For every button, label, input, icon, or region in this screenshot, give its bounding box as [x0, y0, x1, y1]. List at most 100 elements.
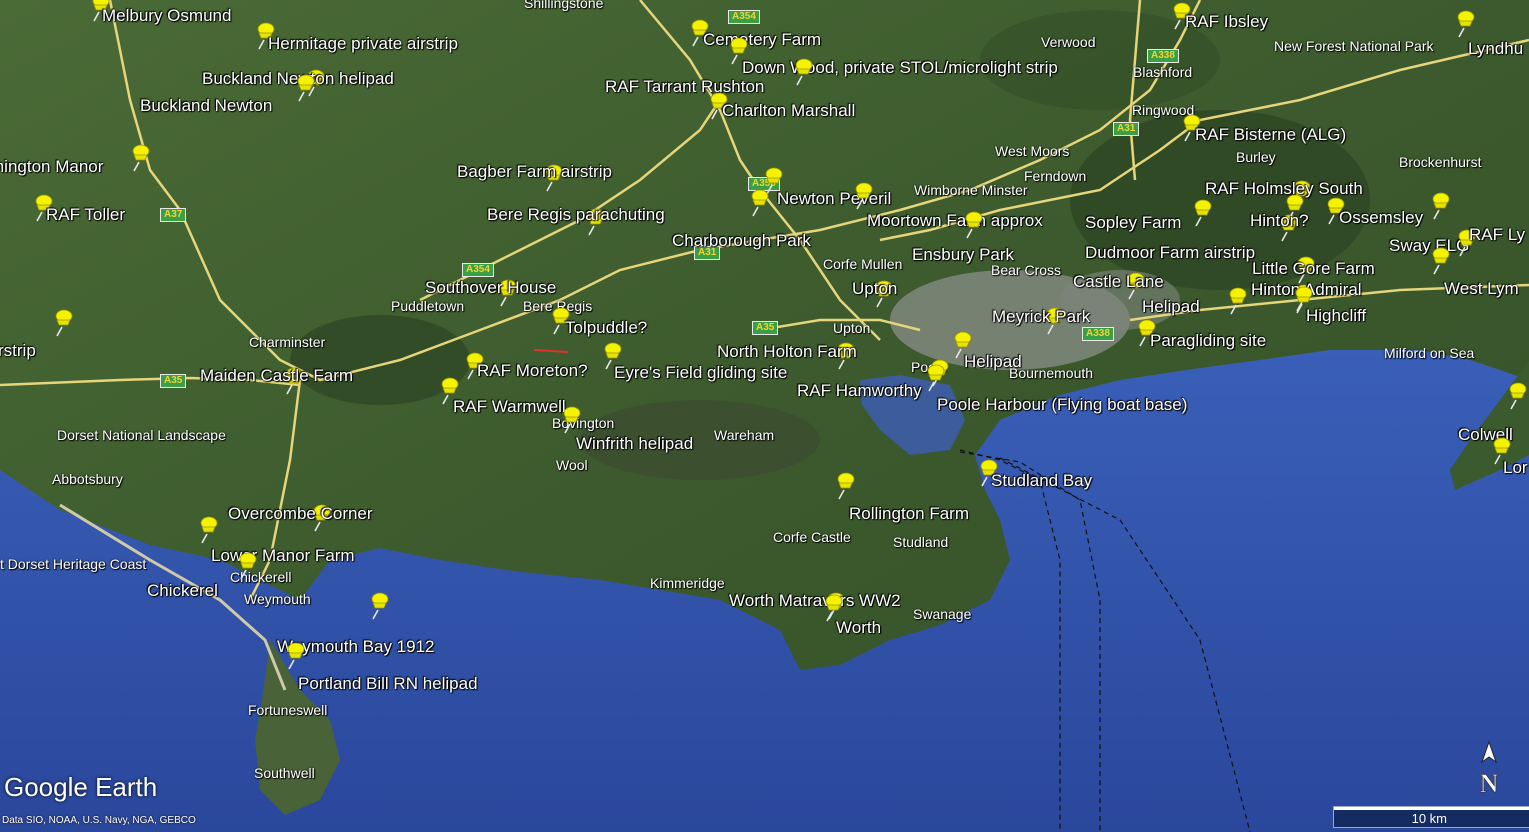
attribution-text: Data SIO, NOAA, U.S. Navy, NGA, GEBCO	[2, 815, 196, 826]
placemark-pin[interactable]	[48, 307, 74, 337]
placemark-label[interactable]: Sopley Farm	[1085, 214, 1181, 231]
placemark-label[interactable]: Helipad	[1142, 298, 1200, 315]
town-label: Abbotsbury	[52, 471, 123, 487]
town-label: Shillingstone	[524, 0, 604, 11]
placemark-label[interactable]: Little Gore Farm	[1252, 260, 1375, 277]
placemark-label[interactable]: rstrip	[0, 342, 36, 359]
placemark-label[interactable]: Cemetery Farm	[703, 31, 821, 48]
town-label: Brockenhurst	[1399, 154, 1482, 170]
pushpin-icon	[1432, 247, 1450, 275]
road-shield: A35	[160, 374, 187, 388]
town-label: Southwell	[254, 765, 315, 781]
placemark-label[interactable]: Eyre's Field gliding site	[614, 364, 787, 381]
placemark-label[interactable]: Maiden Castle Farm	[200, 367, 353, 384]
placemark-label[interactable]: Ensbury Park	[912, 246, 1014, 263]
placemark-label[interactable]: RAF Warmwell	[453, 398, 566, 415]
placemark-pin[interactable]	[1425, 245, 1451, 275]
placemark-label[interactable]: Charlton Marshall	[722, 102, 855, 119]
placemark-pin[interactable]	[1222, 285, 1248, 315]
pushpin-icon	[371, 592, 389, 620]
placemark-pin[interactable]	[232, 550, 258, 580]
town-label: West Moors	[995, 143, 1070, 159]
town-label: Charminster	[249, 334, 326, 350]
map-view[interactable]: A354 A338 A31 A350 A37 A354 A31 A35 A338…	[0, 0, 1529, 832]
placemark-label[interactable]: Newton Peveril	[777, 190, 891, 207]
placemark-label[interactable]: Portland Bill RN helipad	[298, 675, 478, 692]
placemark-pin[interactable]	[1187, 197, 1213, 227]
placemark-label[interactable]: Hermitage private airstrip	[268, 35, 458, 52]
placemark-label[interactable]: RAF Ibsley	[1185, 13, 1268, 30]
placemark-pin[interactable]	[830, 470, 856, 500]
placemark-label[interactable]: Hinton?	[1250, 212, 1309, 229]
town-label: Fortuneswell	[248, 702, 328, 718]
placemark-label[interactable]: Meyrick Park	[992, 308, 1090, 325]
town-label: Corfe Mullen	[823, 256, 903, 272]
placemark-pin[interactable]	[1425, 190, 1451, 220]
pushpin-icon	[200, 516, 218, 544]
placemark-pin[interactable]	[744, 187, 770, 217]
placemark-label[interactable]: RAF Bisterne (ALG)	[1195, 126, 1346, 143]
placemark-label[interactable]: Southover House	[425, 279, 556, 296]
placemark-label[interactable]: RAF Tarrant Rushton	[605, 78, 764, 95]
placemark-label[interactable]: Ossemsley	[1339, 209, 1423, 226]
town-label: Upton	[833, 320, 871, 336]
placemark-pin[interactable]	[848, 180, 874, 210]
town-label: Corfe Castle	[773, 529, 851, 545]
placemark-label[interactable]: Chickerel	[147, 582, 218, 599]
placemark-label[interactable]: Rollington Farm	[849, 505, 969, 522]
north-arrow-icon[interactable]: N	[1474, 740, 1504, 798]
placemark-pin[interactable]	[1450, 8, 1476, 38]
placemark-label[interactable]: Studland Bay	[991, 472, 1092, 489]
placemark-label[interactable]: Paragliding site	[1150, 332, 1266, 349]
placemark-label[interactable]: West Lym	[1444, 280, 1519, 297]
placemark-label[interactable]: Poole Harbour (Flying boat base)	[937, 396, 1187, 413]
placemark-label[interactable]: Buckland Newton	[140, 97, 272, 114]
placemark-label[interactable]: RAF Moreton?	[477, 362, 588, 379]
placemark-label[interactable]: Winfrith helipad	[576, 435, 693, 452]
town-label: New Forest National Park	[1274, 38, 1434, 54]
placemark-label[interactable]: Lyndhu	[1468, 40, 1523, 57]
placemark-label[interactable]: Worth Matravers WW2	[729, 592, 901, 609]
town-label: Weymouth	[244, 591, 311, 607]
road-shield: A338	[1147, 49, 1179, 63]
town-label: Bear Cross	[991, 262, 1062, 278]
placemark-pin[interactable]	[556, 404, 582, 434]
placemark-pin[interactable]	[290, 72, 316, 102]
placemark-label[interactable]: Moortown Farm approx	[867, 212, 1043, 229]
pushpin-icon	[55, 309, 73, 337]
placemark-label[interactable]: RAF Ly	[1469, 226, 1525, 243]
placemark-label[interactable]: Highcliff	[1306, 307, 1366, 324]
placemark-label[interactable]: Helipad	[964, 353, 1022, 370]
town-label: Burley	[1236, 149, 1276, 165]
placemark-label[interactable]: Upton	[852, 280, 897, 297]
placemark-label[interactable]: Lor	[1503, 459, 1528, 476]
pushpin-icon	[965, 211, 983, 239]
placemark-label[interactable]: Overcombe Corner	[228, 505, 373, 522]
placemark-pin[interactable]	[958, 209, 984, 239]
placemark-label[interactable]: Bere Regis parachuting	[487, 206, 665, 223]
pushpin-icon	[1509, 382, 1527, 410]
placemark-label[interactable]: RAF Toller	[46, 206, 125, 223]
placemark-label[interactable]: Bagber Farm airstrip	[457, 163, 612, 180]
placemark-pin[interactable]	[788, 56, 814, 86]
pushpin-icon	[927, 364, 945, 392]
placemark-pin[interactable]	[364, 590, 390, 620]
placemark-label[interactable]: Charborough Park	[672, 232, 811, 249]
placemark-label[interactable]: Castle Lane	[1073, 273, 1164, 290]
placemark-pin[interactable]	[193, 514, 219, 544]
placemark-label[interactable]: Melbury Osmund	[102, 7, 231, 24]
pushpin-icon	[132, 144, 150, 172]
placemark-label[interactable]: Tolpuddle?	[565, 319, 647, 336]
placemark-label[interactable]: Worth	[836, 619, 881, 636]
road-shield: A35	[752, 321, 779, 335]
town-label: Studland	[893, 534, 949, 550]
placemark-pin[interactable]	[280, 640, 306, 670]
placemark-label[interactable]: Dudmoor Farm airstrip	[1085, 244, 1255, 261]
placemark-label[interactable]: mington Manor	[0, 158, 103, 175]
road-shield: A31	[1113, 122, 1140, 136]
placemark-label[interactable]: RAF Hamworthy	[797, 382, 922, 399]
placemark-pin[interactable]	[125, 142, 151, 172]
placemark-pin[interactable]	[920, 362, 946, 392]
placemark-label[interactable]: North Holton Farm	[717, 343, 857, 360]
placemark-pin[interactable]	[1502, 380, 1528, 410]
